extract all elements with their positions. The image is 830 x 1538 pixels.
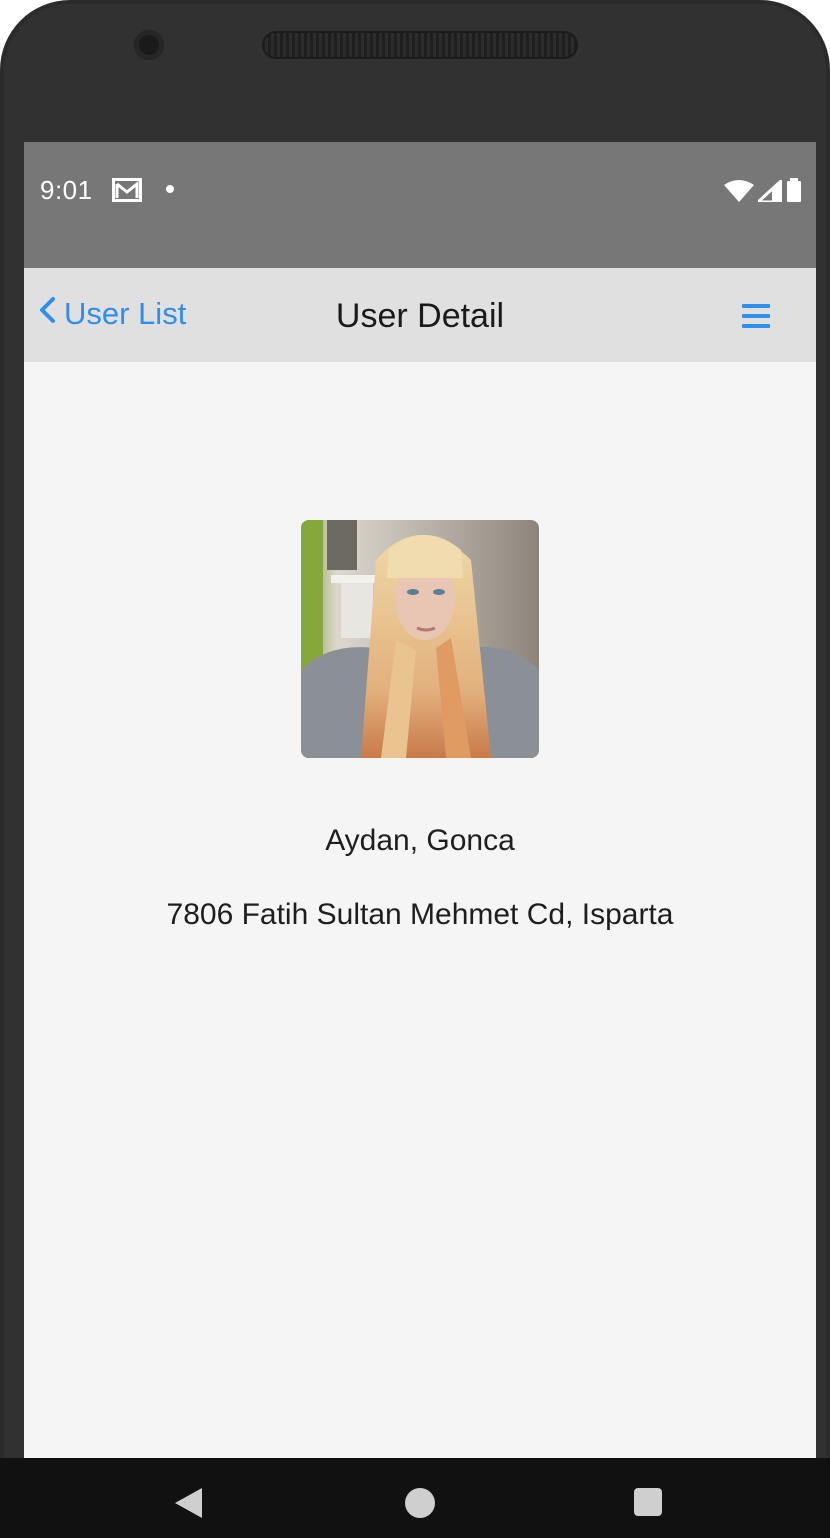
page-title: User Detail: [335, 297, 505, 335]
earpiece-speaker: [262, 31, 578, 59]
hamburger-menu-icon[interactable]: [740, 302, 772, 330]
user-photo: [301, 520, 539, 758]
back-triangle-icon[interactable]: [172, 1486, 204, 1525]
recents-square-icon[interactable]: [634, 1488, 662, 1516]
system-navigation-bar: [0, 1458, 830, 1538]
user-address: 7806 Fatih Sultan Mehmet Cd, Isparta: [166, 898, 674, 931]
user-name: Aydan, Gonca: [325, 824, 515, 857]
gmail-icon: [112, 178, 142, 207]
cell-signal-icon: [754, 176, 784, 207]
wifi-icon: [724, 180, 754, 207]
status-bar: 9:01: [24, 142, 816, 268]
app-screen: 9:01 User List User Detail Aydan, Gonca …: [24, 142, 816, 1458]
user-detail-content: Aydan, Gonca 7806 Fatih Sultan Mehmet Cd…: [24, 362, 816, 1458]
status-time: 9:01: [40, 175, 93, 205]
home-circle-icon[interactable]: [405, 1488, 435, 1518]
notification-dot-icon: [166, 185, 174, 193]
phone-frame: 9:01 User List User Detail Aydan, Gonca …: [0, 0, 830, 1538]
front-camera: [134, 30, 164, 60]
battery-icon: [786, 178, 802, 207]
navigation-bar: User List User Detail: [24, 268, 816, 362]
status-icons: [724, 176, 802, 207]
